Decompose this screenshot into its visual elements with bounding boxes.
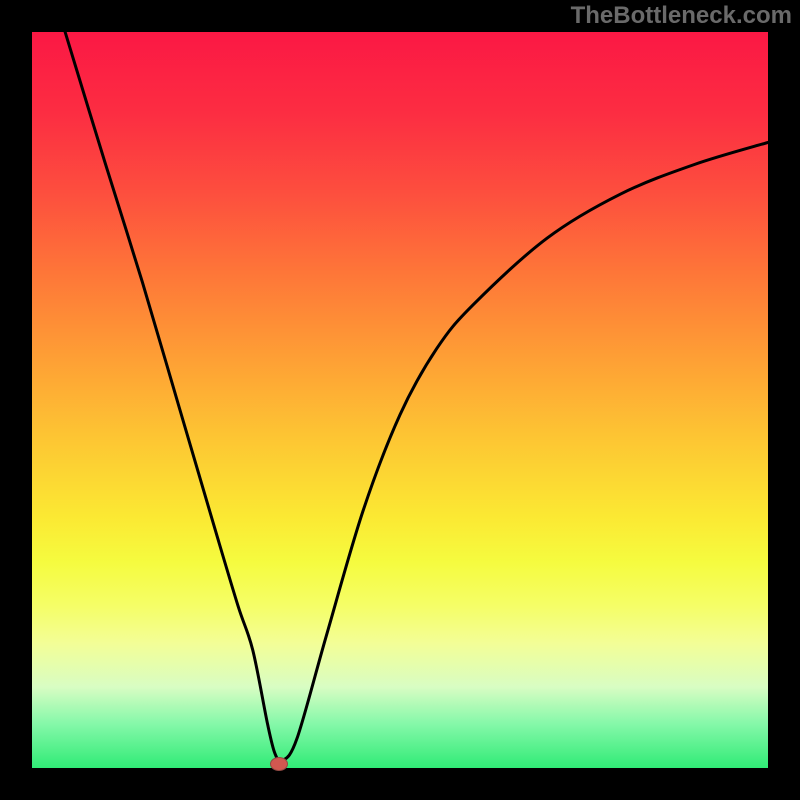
plot-area xyxy=(32,32,768,768)
bottleneck-curve xyxy=(32,32,768,768)
watermark-text: TheBottleneck.com xyxy=(571,2,792,30)
optimal-point-marker xyxy=(270,757,288,771)
chart-frame: TheBottleneck.com xyxy=(0,0,800,800)
